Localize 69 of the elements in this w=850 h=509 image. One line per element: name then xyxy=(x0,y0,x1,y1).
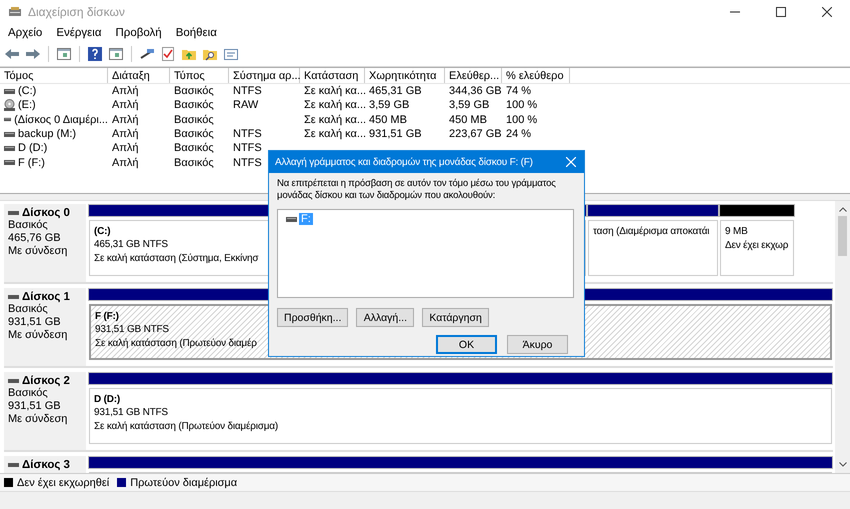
table-cell: Απλή xyxy=(112,114,139,126)
disk-size: 931,51 GB xyxy=(8,400,62,413)
legend-label: Πρωτεύον διαμέρισμα xyxy=(130,476,238,488)
partition-size: 9 MB xyxy=(725,225,748,239)
disk-name: Δίσκος 0 xyxy=(22,207,70,219)
partition-status: ταση (Διαμέρισμα αποκατάι xyxy=(593,225,710,239)
disk-name: Δίσκος 3 xyxy=(22,459,70,471)
table-cell: 931,51 GB xyxy=(369,128,422,140)
partition-status: Σε καλή κατάσταση (Σύστημα, Εκκίνησ xyxy=(94,252,258,266)
table-cell: Σε καλή κα... xyxy=(304,128,366,140)
dialog-text: Να επιτρέπεται η πρόσβαση σε αυτόν τον τόμο μέσω του γράμματος μονάδας δίσκου και των διαδρομών που ακολουθούν: xyxy=(277,178,557,202)
table-cell: 450 MB xyxy=(449,114,487,126)
table-cell: 100 % xyxy=(506,99,538,112)
partition-size: 465,31 GB NTFS xyxy=(94,238,168,252)
table-cell: (C:) xyxy=(18,85,36,98)
table-cell: 223,67 GB xyxy=(449,128,502,140)
legend-label: Δεν έχει εκχωρηθεί xyxy=(17,476,110,488)
table-cell: backup (M:) xyxy=(18,128,76,140)
table-cell: (E:) xyxy=(18,99,36,112)
table-cell: 24 % xyxy=(506,128,532,140)
table-cell: 3,59 GB xyxy=(369,99,410,112)
table-cell: 465,31 GB xyxy=(369,85,422,98)
disk-name: Δίσκος 1 xyxy=(22,291,70,303)
table-cell: Σε καλή κα... xyxy=(304,114,366,126)
partition-status: Δεν έχει εκχωρ xyxy=(725,239,788,253)
partition-name: F (F:) xyxy=(95,310,119,323)
table-cell: D (D:) xyxy=(18,142,48,154)
disk-size: 465,76 GB xyxy=(8,232,62,245)
table-cell: 100 % xyxy=(506,114,538,126)
table-cell: NTFS xyxy=(233,85,262,98)
disk-type: Βασικός xyxy=(8,387,49,400)
table-cell: 344,36 GB xyxy=(449,85,502,98)
table-cell: F (F:) xyxy=(18,156,45,169)
table-cell: RAW xyxy=(233,99,258,112)
table-cell: NTFS xyxy=(233,156,262,169)
table-cell: NTFS xyxy=(233,142,262,154)
table-cell: Βασικός xyxy=(174,99,214,112)
partition-status: Σε καλή κατάσταση (Πρωτεύον διαμέρισμα) xyxy=(94,420,278,434)
table-cell: Σε καλή κα... xyxy=(304,85,366,98)
table-cell: NTFS xyxy=(233,128,262,140)
disk-name: Δίσκος 2 xyxy=(22,375,70,387)
disk-type: Βασικός xyxy=(8,303,49,316)
table-cell: Απλή xyxy=(112,142,139,154)
table-cell: 74 % xyxy=(506,85,532,98)
table-cell: Βασικός xyxy=(174,142,214,154)
table-cell: 450 MB xyxy=(369,114,407,126)
table-cell: Απλή xyxy=(112,99,139,112)
disk-size: 931,51 GB xyxy=(8,316,62,329)
table-cell: Σε καλή κα... xyxy=(304,99,366,112)
window-title: Διαχείριση δίσκων xyxy=(28,5,125,19)
table-cell: Βασικός xyxy=(174,128,214,140)
partition-size: 931,51 GB NTFS xyxy=(95,323,169,337)
partition-name: (C:) xyxy=(94,225,110,238)
table-cell: (Δίσκος 0 Διαμέρι... xyxy=(14,114,108,126)
disk-status: Με σύνδεση xyxy=(8,329,68,342)
table-cell: Απλή xyxy=(112,156,139,169)
partition-status: Σε καλή κατάσταση (Πρωτεύον διαμέρ xyxy=(95,337,257,351)
table-cell: Βασικός xyxy=(174,85,214,98)
partition-name: D (D:) xyxy=(94,393,120,406)
table-cell: Απλή xyxy=(112,128,139,140)
disk-status: Με σύνδεση xyxy=(8,245,68,258)
table-cell: Απλή xyxy=(112,85,139,98)
disk-type: Βασικός xyxy=(8,219,49,232)
table-cell: Βασικός xyxy=(174,114,214,126)
dialog-title: Αλλαγή γράμματος και διαδρομών της μονάδας δίσκου F: (F) xyxy=(275,156,533,168)
table-cell: Βασικός xyxy=(174,156,214,169)
table-cell: 3,59 GB xyxy=(449,99,490,112)
disk-status: Με σύνδεση xyxy=(8,413,68,426)
partition-size: 931,51 GB NTFS xyxy=(94,406,168,420)
